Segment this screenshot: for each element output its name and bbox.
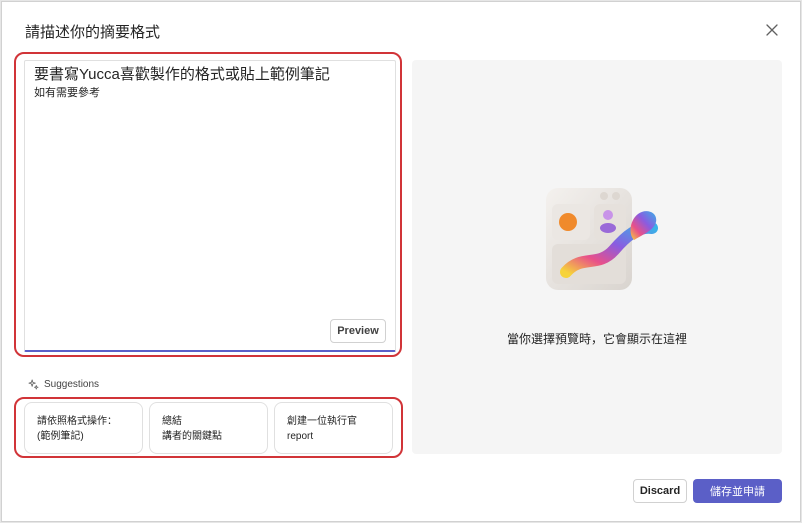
summary-format-dialog: 請描述你的摘要格式 要書寫Yucca喜歡製作的格式或貼上範例筆記 如有需要參考 … — [1, 1, 801, 522]
sparkle-icon — [28, 379, 39, 390]
textarea-text-line-2: 如有需要參考 — [34, 87, 100, 99]
chip-line-1: 總結 — [162, 416, 182, 427]
preview-button[interactable]: Preview — [330, 319, 386, 343]
suggestion-chip-executive[interactable]: 創建一位執行官 report — [274, 402, 393, 454]
dialog-title: 請描述你的摘要格式 — [25, 24, 161, 41]
layout-paintbrush-illustration — [546, 188, 658, 290]
suggestions-label: Suggestions — [44, 379, 100, 390]
suggestion-chip-template[interactable]: 請依照格式操作： (範例筆記) — [24, 402, 143, 454]
chip-line-1: 創建一位執行官 — [287, 416, 357, 427]
suggestion-chip-summary[interactable]: 總結 講者的關鍵點 — [149, 402, 268, 454]
close-button[interactable] — [762, 20, 782, 40]
format-description-textarea[interactable]: 要書寫Yucca喜歡製作的格式或貼上範例筆記 如有需要參考 Preview — [24, 60, 396, 352]
preview-placeholder-text: 當你選擇預覽時，它會顯示在這裡 — [506, 332, 687, 346]
close-icon — [766, 24, 778, 36]
discard-button[interactable]: Discard — [633, 479, 687, 503]
textarea-text-line-1: 要書寫Yucca喜歡製作的格式或貼上範例筆記 — [34, 66, 330, 83]
chip-line-2: (範例筆記) — [37, 431, 84, 442]
save-and-apply-button[interactable]: 儲存並申請 — [693, 479, 782, 503]
chip-line-2: 講者的關鍵點 — [162, 431, 222, 442]
chip-line-1: 請依照格式操作： — [37, 416, 117, 427]
chip-line-2: report — [287, 431, 314, 442]
suggestions-header: Suggestions — [28, 379, 99, 390]
preview-panel: 當你選擇預覽時，它會顯示在這裡 — [412, 60, 782, 454]
